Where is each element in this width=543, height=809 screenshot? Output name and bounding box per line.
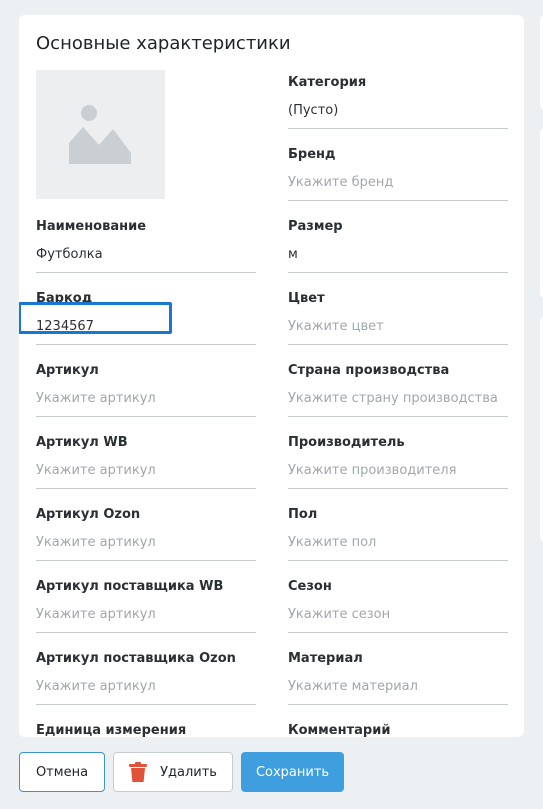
field-underline bbox=[288, 488, 508, 489]
product-image-placeholder[interactable] bbox=[36, 70, 165, 199]
field-underline bbox=[288, 632, 508, 633]
field-underline bbox=[36, 704, 256, 705]
country-input[interactable]: Укажите страну производства bbox=[288, 391, 498, 406]
field-underline bbox=[36, 488, 256, 489]
brand-input[interactable]: Укажите бренд bbox=[288, 175, 393, 190]
action-footer: Отмена Удалить Сохранить bbox=[0, 737, 543, 809]
barcode-focus-outline bbox=[19, 302, 172, 334]
size-input[interactable]: м bbox=[288, 247, 298, 262]
category-select[interactable]: (Пусто) bbox=[288, 103, 338, 118]
material-input[interactable]: Укажите материал bbox=[288, 679, 418, 694]
article-input[interactable]: Укажите артикул bbox=[36, 391, 156, 406]
field-underline bbox=[36, 416, 256, 417]
field-label: Артикул WB bbox=[36, 435, 128, 450]
field-underline bbox=[288, 416, 508, 417]
supplier-article-wb-input[interactable]: Укажите артикул bbox=[36, 607, 156, 622]
field-label: Пол bbox=[288, 507, 318, 522]
field-label: Страна производства bbox=[288, 363, 450, 378]
field-underline bbox=[36, 632, 256, 633]
season-input[interactable]: Укажите сезон bbox=[288, 607, 390, 622]
field-label: Артикул Ozon bbox=[36, 507, 141, 522]
card-title: Основные характеристики bbox=[36, 33, 291, 54]
manufacturer-input[interactable]: Укажите производителя bbox=[288, 463, 456, 478]
field-underline bbox=[288, 272, 508, 273]
gender-input[interactable]: Укажите пол bbox=[288, 535, 376, 550]
article-wb-input[interactable]: Укажите артикул bbox=[36, 463, 156, 478]
save-button[interactable]: Сохранить bbox=[241, 752, 344, 792]
field-label: Комментарий bbox=[288, 723, 391, 737]
field-label: Бренд bbox=[288, 147, 336, 162]
field-label: Единица измерения bbox=[36, 723, 187, 737]
color-input[interactable]: Укажите цвет bbox=[288, 319, 384, 334]
field-label: Наименование bbox=[36, 219, 147, 234]
field-label: Материал bbox=[288, 651, 363, 666]
field-label: Артикул поставщика WB bbox=[36, 579, 224, 594]
field-underline bbox=[288, 560, 508, 561]
field-label: Сезон bbox=[288, 579, 332, 594]
field-underline bbox=[36, 272, 256, 273]
field-label: Цвет bbox=[288, 291, 325, 306]
field-label: Производитель bbox=[288, 435, 405, 450]
field-underline bbox=[36, 560, 256, 561]
field-label: Артикул bbox=[36, 363, 99, 378]
field-label: Размер bbox=[288, 219, 343, 234]
main-characteristics-card: Основные характеристики Наименование Фут… bbox=[19, 15, 524, 737]
field-label: Категория bbox=[288, 75, 367, 90]
image-placeholder-icon bbox=[69, 105, 131, 164]
field-underline bbox=[288, 128, 508, 129]
delete-button[interactable]: Удалить bbox=[113, 752, 233, 792]
name-input[interactable]: Футболка bbox=[36, 247, 103, 262]
cancel-button-label: Отмена bbox=[35, 764, 89, 780]
trash-icon bbox=[129, 762, 148, 782]
field-underline bbox=[288, 704, 508, 705]
article-ozon-input[interactable]: Укажите артикул bbox=[36, 535, 156, 550]
save-button-label: Сохранить bbox=[255, 764, 330, 780]
field-underline bbox=[288, 344, 508, 345]
field-label: Артикул поставщика Ozon bbox=[36, 651, 236, 666]
field-underline bbox=[36, 344, 256, 345]
field-underline bbox=[288, 200, 508, 201]
delete-button-label: Удалить bbox=[160, 764, 217, 780]
supplier-article-ozon-input[interactable]: Укажите артикул bbox=[36, 679, 156, 694]
cancel-button[interactable]: Отмена bbox=[19, 752, 105, 792]
